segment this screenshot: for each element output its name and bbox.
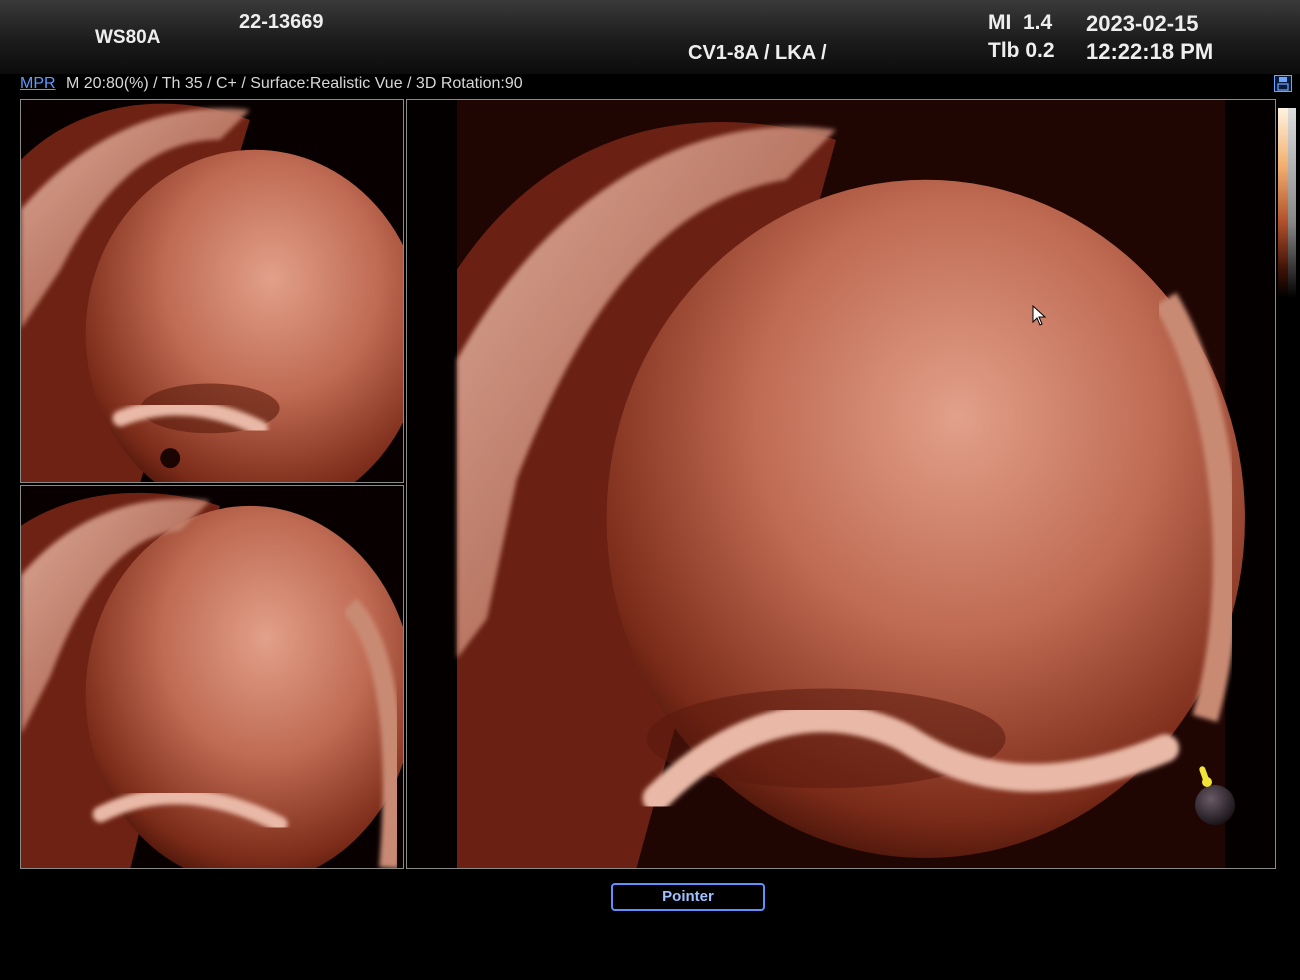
system-name: WS80A [95,27,161,48]
fetal-3d-render-main [407,100,1275,868]
mi-label: MI [988,11,1012,34]
tib-value: 0.2 [1025,39,1055,62]
mouse-cursor-icon [1032,305,1047,326]
tib-label: Tlb [988,39,1020,62]
color-map-bar [1278,108,1296,298]
mechanical-index: MI 1.4 [988,11,1052,35]
orientation-marker-icon[interactable] [1187,760,1243,830]
thermal-index: Tlb 0.2 [988,39,1055,63]
exam-date: 2023-02-15 [1086,11,1199,36]
pointer-button[interactable]: Pointer [611,883,765,911]
patient-id: 22-13669 [239,11,324,33]
status-header: WS80A 22-13669 CV1-8A / LKA / MI 1.4 Tlb… [0,0,1300,74]
save-icon[interactable] [1274,75,1292,92]
probe-preset: CV1-8A / LKA / [688,42,827,64]
main-3d-view[interactable] [406,99,1276,869]
exam-time: 12:22:18 PM [1086,39,1214,64]
mpr-view-bottom-left[interactable] [20,485,404,869]
fetal-3d-render-b [21,486,403,868]
mi-value: 1.4 [1023,11,1053,34]
fetal-3d-render-a [21,100,403,482]
mpr-mode-link[interactable]: MPR [20,75,56,93]
render-parameters: M 20:80(%) / Th 35 / C+ / Surface:Realis… [66,75,523,92]
mpr-view-top-left[interactable] [20,99,404,483]
